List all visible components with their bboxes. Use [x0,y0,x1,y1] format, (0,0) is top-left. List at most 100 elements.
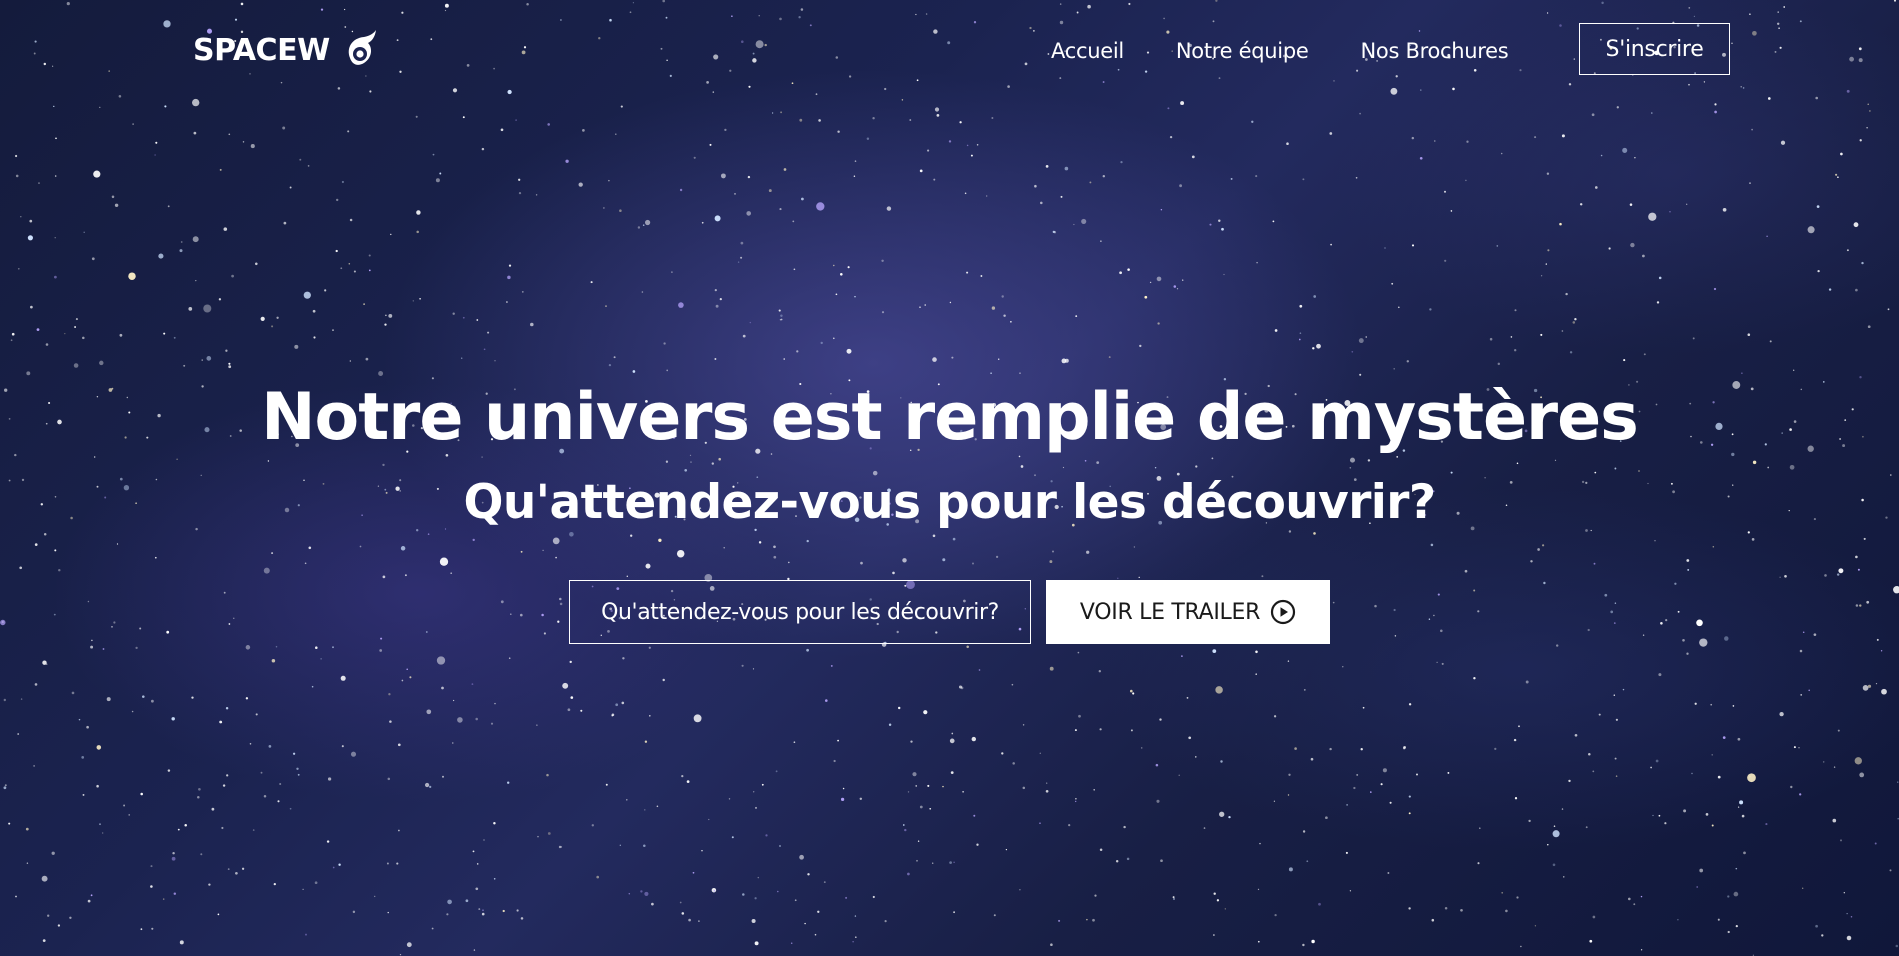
star [909,119,912,121]
star [452,312,455,315]
star [804,922,806,925]
star [462,316,465,319]
star [113,621,116,624]
star [1714,110,1717,114]
star [666,369,669,372]
star [228,362,231,365]
star [10,339,13,342]
star [17,267,20,270]
star [1833,766,1836,768]
star [277,800,280,803]
star [681,912,685,915]
nav-link-nos-brochures[interactable]: Nos Brochures [1361,39,1509,63]
star [535,194,538,196]
star [552,537,560,545]
star [1299,304,1303,308]
star [1437,593,1440,596]
star [1686,559,1690,562]
star [1664,822,1667,825]
star [1123,825,1126,829]
star [1129,689,1133,693]
nav-link-notre-equipe[interactable]: Notre équipe [1176,39,1309,63]
star [1219,811,1225,817]
star [621,701,625,705]
star [1005,848,1008,851]
star [676,549,685,558]
star [1543,581,1546,585]
star [473,949,476,951]
star [51,851,55,855]
star [505,301,508,303]
star [500,600,504,604]
star [1682,638,1685,642]
star [29,219,33,223]
star [936,114,940,117]
star [439,172,442,175]
star [91,639,93,642]
star [1318,902,1321,906]
star [192,98,200,107]
star [292,752,296,755]
logo[interactable]: SPACEW [193,28,380,72]
star [429,785,432,789]
star [173,892,177,895]
star [114,203,119,208]
star [442,775,444,778]
star [162,898,165,900]
star [942,785,944,788]
star [986,195,988,197]
star [1441,662,1444,665]
star [263,567,270,574]
star [611,713,615,717]
star [263,794,267,798]
star [1003,314,1006,317]
star [472,538,475,542]
star [542,549,544,552]
star [177,828,180,831]
star [1365,336,1367,338]
star [193,131,197,135]
star [54,549,57,552]
star [397,743,401,747]
star [679,188,683,192]
star [1854,757,1862,765]
star [1068,824,1071,827]
star [1739,800,1744,805]
star [547,123,550,126]
star [521,291,524,293]
star [1616,106,1619,109]
star [82,336,85,340]
star [481,912,485,916]
star [206,356,212,361]
star [951,356,954,359]
star [1096,461,1100,464]
star [1367,459,1371,462]
star [494,360,496,362]
star [1302,943,1305,947]
star [970,154,973,157]
star [1835,173,1838,176]
discover-button[interactable]: Qu'attendez-vous pour les découvrir? [569,580,1031,644]
star [881,259,884,263]
star [1349,457,1356,463]
star [747,175,751,179]
star [886,206,892,211]
star [1180,101,1185,106]
signup-button[interactable]: S'inscrire [1579,23,1730,75]
star [628,893,631,895]
comet-eye-icon [348,30,376,65]
star [830,664,833,667]
nav-link-accueil[interactable]: Accueil [1051,39,1124,63]
star [1257,940,1260,943]
star [208,883,211,886]
star [25,827,29,831]
star [1749,182,1751,184]
star [340,267,343,270]
star [192,236,199,243]
star [1813,633,1817,637]
star [47,914,50,917]
star [1822,761,1825,763]
watch-trailer-button[interactable]: VOIR LE TRAILER [1046,580,1330,644]
star [1520,945,1522,948]
star [305,933,307,936]
